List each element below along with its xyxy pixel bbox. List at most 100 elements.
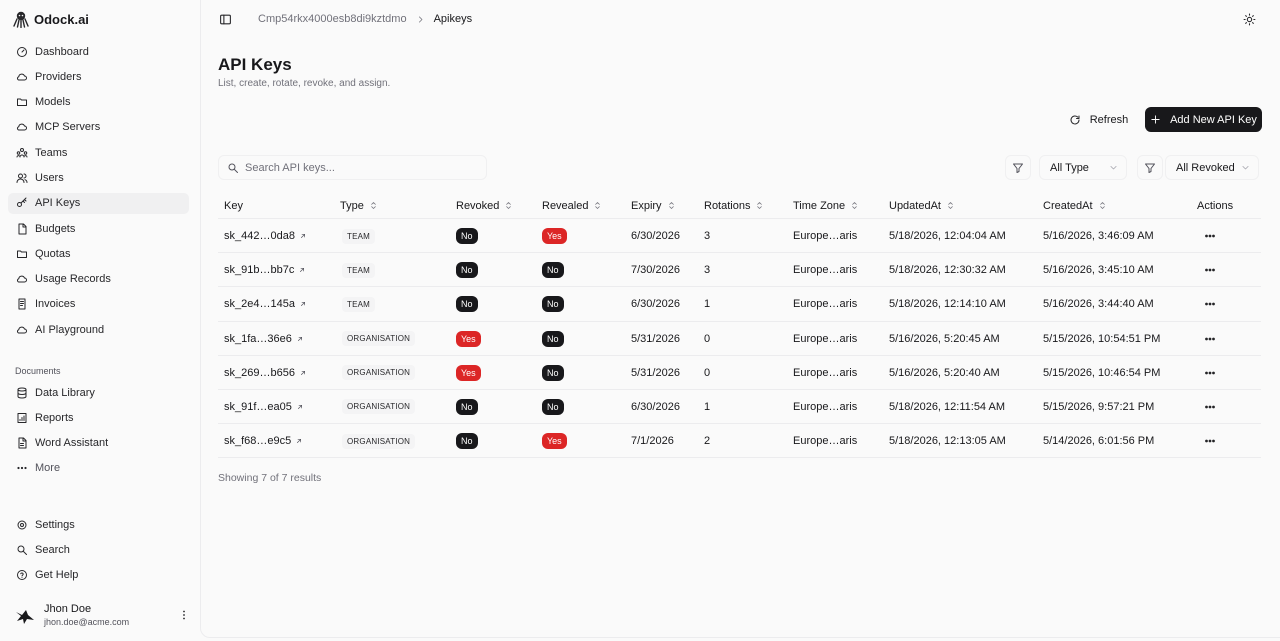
- type-tag: ORGANISATION: [342, 399, 416, 415]
- type-filter-select[interactable]: All Type: [1039, 155, 1127, 180]
- key-cell[interactable]: sk_91f…ea05: [224, 390, 304, 424]
- filter-revoked-icon[interactable]: [1137, 155, 1163, 180]
- revealed-cell: No: [542, 287, 564, 321]
- sidebar-item-providers[interactable]: Providers: [8, 66, 189, 87]
- key-cell[interactable]: sk_269…b656: [224, 356, 307, 390]
- external-link-icon[interactable]: [296, 403, 304, 411]
- row-actions-icon[interactable]: [1204, 356, 1216, 390]
- sidebar-item-label: Dashboard: [35, 45, 89, 58]
- table-row[interactable]: sk_2e4…145a TEAM No No 6/30/2026 1 Europ…: [218, 287, 1261, 322]
- more-icon: [16, 462, 28, 474]
- sidebar-item-reports[interactable]: Reports: [8, 407, 189, 428]
- rotations-cell: 1: [704, 298, 711, 311]
- sidebar-item-usage-records[interactable]: Usage Records: [8, 269, 189, 290]
- sidebar-item-ai-playground[interactable]: AI Playground: [8, 319, 189, 340]
- key-cell[interactable]: sk_91b…bb7c: [224, 253, 306, 287]
- sidebar-toggle-icon[interactable]: [219, 13, 232, 26]
- external-link-icon[interactable]: [299, 300, 307, 308]
- kebab-vertical-icon[interactable]: [178, 609, 190, 621]
- external-link-icon[interactable]: [299, 232, 307, 240]
- updated-at-cell: 5/16/2026, 5:20:40 AM: [889, 366, 1000, 379]
- revealed-badge: Yes: [542, 433, 567, 450]
- row-actions-icon[interactable]: [1204, 219, 1216, 253]
- column-header-rotations[interactable]: Rotations: [704, 192, 764, 219]
- table-row[interactable]: sk_91f…ea05 ORGANISATION No No 6/30/2026…: [218, 390, 1261, 425]
- report-icon: [16, 412, 28, 424]
- column-header-label: Key: [224, 199, 243, 212]
- column-header-revealed[interactable]: Revealed: [542, 192, 602, 219]
- type-filter-value: All Type: [1050, 161, 1089, 174]
- refresh-button[interactable]: Refresh: [1063, 107, 1134, 132]
- time-zone-cell: Europe…aris: [793, 366, 858, 379]
- time-zone-cell: Europe…aris: [793, 298, 858, 311]
- revealed-cell: Yes: [542, 219, 567, 253]
- sidebar-item-more[interactable]: More: [8, 458, 189, 479]
- rotations-cell: 2: [704, 435, 711, 448]
- refresh-icon: [1069, 114, 1081, 126]
- row-actions-icon[interactable]: [1204, 287, 1216, 321]
- table-row[interactable]: sk_f68…e9c5 ORGANISATION No Yes 7/1/2026…: [218, 424, 1261, 459]
- sidebar-item-models[interactable]: Models: [8, 92, 189, 113]
- row-actions-icon[interactable]: [1204, 322, 1216, 356]
- sidebar-item-quotas[interactable]: Quotas: [8, 243, 189, 264]
- sidebar-item-teams[interactable]: Teams: [8, 142, 189, 163]
- revoked-badge: No: [456, 433, 478, 450]
- key-cell[interactable]: sk_442…0da8: [224, 219, 307, 253]
- column-header-created-at[interactable]: CreatedAt: [1043, 192, 1107, 219]
- invoice-icon: [16, 298, 28, 310]
- external-link-icon[interactable]: [296, 335, 304, 343]
- key-cell[interactable]: sk_1fa…36e6: [224, 322, 304, 356]
- external-link-icon[interactable]: [298, 266, 306, 274]
- table-row[interactable]: sk_1fa…36e6 ORGANISATION Yes No 5/31/202…: [218, 322, 1261, 356]
- sidebar-item-budgets[interactable]: Budgets: [8, 218, 189, 239]
- sidebar-item-dashboard[interactable]: Dashboard: [8, 41, 189, 62]
- search-box[interactable]: [218, 155, 487, 180]
- column-header-updated-at[interactable]: UpdatedAt: [889, 192, 955, 219]
- sidebar-item-users[interactable]: Users: [8, 167, 189, 188]
- row-actions-icon[interactable]: [1204, 390, 1216, 424]
- key-cell[interactable]: sk_f68…e9c5: [224, 424, 303, 458]
- column-header-time-zone[interactable]: Time Zone: [793, 192, 859, 219]
- external-link-icon[interactable]: [299, 369, 307, 377]
- sidebar-item-search[interactable]: Search: [8, 539, 189, 560]
- breadcrumb-parent[interactable]: Cmp54rkx4000esb8di9kztdmo: [258, 13, 407, 25]
- time-zone-cell: Europe…aris: [793, 230, 858, 242]
- key-cell[interactable]: sk_2e4…145a: [224, 287, 307, 321]
- type-cell: TEAM: [342, 219, 376, 253]
- chevron-down-icon: [1109, 163, 1118, 172]
- sidebar-item-data-library[interactable]: Data Library: [8, 382, 189, 403]
- column-header-expiry[interactable]: Expiry: [631, 192, 676, 219]
- revoked-badge: Yes: [456, 330, 481, 347]
- add-api-key-button[interactable]: Add New API Key: [1145, 107, 1262, 132]
- sidebar-item-word-assistant[interactable]: Word Assistant: [8, 433, 189, 454]
- brand-logo[interactable]: Odock.ai: [13, 11, 89, 28]
- sidebar-item-get-help[interactable]: Get Help: [8, 565, 189, 586]
- avatar: [14, 604, 36, 626]
- sidebar-item-settings[interactable]: Settings: [8, 514, 189, 535]
- type-tag: TEAM: [342, 296, 376, 312]
- user-menu[interactable]: Jhon Doe jhon.doe@acme.com: [14, 601, 190, 629]
- key-value: sk_f68…e9c5: [224, 435, 292, 448]
- table-row[interactable]: sk_269…b656 ORGANISATION Yes No 5/31/202…: [218, 356, 1261, 390]
- revealed-badge: No: [542, 398, 564, 415]
- column-header-type[interactable]: Type: [340, 192, 378, 219]
- column-header-revoked[interactable]: Revoked: [456, 192, 513, 219]
- documents-section-label: Documents: [15, 366, 61, 376]
- help-icon: [16, 569, 28, 581]
- search-input[interactable]: [245, 161, 475, 174]
- revoked-filter-select[interactable]: All Revoked: [1165, 155, 1259, 180]
- sidebar-item-invoices[interactable]: Invoices: [8, 294, 189, 315]
- row-actions-icon[interactable]: [1204, 253, 1216, 287]
- type-cell: ORGANISATION: [342, 322, 416, 356]
- external-link-icon[interactable]: [295, 437, 303, 445]
- cloud-icon: [16, 324, 28, 336]
- sun-icon[interactable]: [1243, 13, 1256, 26]
- sidebar-item-api-keys[interactable]: API Keys: [8, 192, 189, 214]
- table-row[interactable]: sk_442…0da8 TEAM No Yes 6/30/2026 3 Euro…: [218, 219, 1261, 254]
- sidebar-item-mcp-servers[interactable]: MCP Servers: [8, 117, 189, 138]
- table-row[interactable]: sk_91b…bb7c TEAM No No 7/30/2026 3 Europ…: [218, 253, 1261, 288]
- filter-type-icon[interactable]: [1005, 155, 1031, 180]
- row-actions-icon[interactable]: [1204, 424, 1216, 458]
- user-email: jhon.doe@acme.com: [44, 617, 130, 627]
- type-cell: ORGANISATION: [342, 356, 416, 390]
